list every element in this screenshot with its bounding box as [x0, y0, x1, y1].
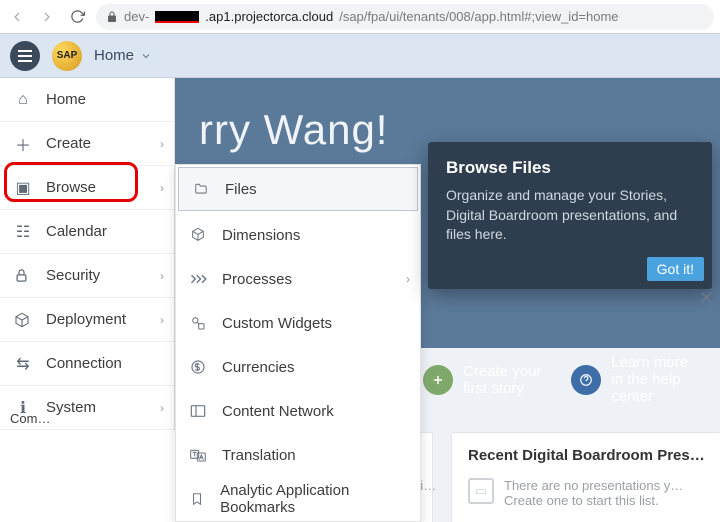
submenu-item-label: Currencies: [222, 359, 295, 376]
chevron-right-icon: ›: [406, 272, 410, 286]
cards-row: ns plicati… st. Recent Digital Boardroom…: [373, 432, 712, 522]
got-it-button[interactable]: Got it!: [647, 257, 704, 281]
popover-title: Browse Files: [446, 158, 694, 178]
help-circle-icon: [571, 365, 601, 395]
sidebar-item-label: Connection: [46, 355, 122, 372]
browse-submenu: Files Dimensions Processes › Custom Widg…: [175, 164, 421, 522]
browser-toolbar: dev- .ap1.projectorca.cloud/sap/fpa/ui/te…: [0, 0, 720, 34]
popover-body: Organize and manage your Stories, Digita…: [446, 186, 694, 245]
sidebar-nav: ⌂ Home ＋ Create › ▣ Browse › ☷ Calendar …: [0, 78, 175, 430]
submenu-item-label: Dimensions: [222, 227, 300, 244]
close-icon[interactable]: ✕: [699, 288, 714, 309]
sidebar-item-connection[interactable]: ⇆ Connection: [0, 342, 174, 386]
sidebar-item-calendar[interactable]: ☷ Calendar: [0, 210, 174, 254]
url-path: /sap/fpa/ui/tenants/008/app.html#;view_i…: [339, 9, 618, 24]
url-redacted: [155, 11, 199, 23]
submenu-item-bookmarks[interactable]: Analytic Application Bookmarks: [176, 477, 420, 521]
submenu-item-widgets[interactable]: Custom Widgets: [176, 301, 420, 345]
chevrons-icon: [190, 272, 208, 286]
sidebar-item-label: Security: [46, 267, 100, 284]
hero-actions: Create yourfirst story Learn morein the …: [423, 354, 688, 405]
url-host: .ap1.projectorca.cloud: [205, 9, 333, 24]
breadcrumb-label: Home: [94, 47, 134, 64]
forward-button[interactable]: [36, 6, 58, 28]
sidebar-item-label: Deployment: [46, 311, 126, 328]
currency-icon: [190, 359, 208, 375]
calendar-icon: ☷: [14, 222, 32, 242]
plus-circle-icon: [423, 365, 453, 395]
sidebar-item-create[interactable]: ＋ Create ›: [0, 122, 174, 166]
submenu-item-label: Files: [225, 181, 257, 198]
menu-button[interactable]: [10, 41, 40, 71]
submenu-item-label: Translation: [222, 447, 296, 464]
onboarding-popover: Browse Files Organize and manage your St…: [428, 142, 712, 289]
chevron-right-icon: ›: [160, 137, 164, 151]
card-title: Recent Digital Boardroom Pres…: [468, 447, 705, 464]
lock-icon: [106, 11, 118, 23]
browse-icon: ▣: [14, 178, 32, 198]
cube-icon: [190, 227, 208, 243]
submenu-item-content-network[interactable]: Content Network: [176, 389, 420, 433]
folder-icon: [193, 182, 211, 196]
sidebar-item-deployment[interactable]: Deployment ›: [0, 298, 174, 342]
package-icon: [14, 312, 32, 328]
url-prefix: dev-: [124, 9, 149, 24]
create-story-link[interactable]: Create yourfirst story: [423, 354, 541, 405]
learn-more-link[interactable]: Learn morein the helpcenter: [571, 354, 688, 405]
home-icon: ⌂: [14, 91, 32, 109]
sidebar-truncated-text: Com…: [10, 411, 50, 426]
sidebar-item-browse[interactable]: ▣ Browse ›: [0, 166, 174, 210]
sidebar-item-label: Calendar: [46, 223, 107, 240]
presentation-icon: ▭: [468, 478, 494, 504]
widget-icon: [190, 315, 208, 331]
bookmark-icon: [190, 491, 206, 507]
sidebar-item-label: Browse: [46, 179, 96, 196]
sidebar-item-label: System: [46, 399, 96, 416]
chevron-right-icon: ›: [160, 401, 164, 415]
reload-button[interactable]: [66, 6, 88, 28]
app-header: SAP Home: [0, 34, 720, 78]
chevron-right-icon: ›: [160, 181, 164, 195]
submenu-item-files[interactable]: Files: [178, 167, 418, 211]
chevron-right-icon: ›: [160, 313, 164, 327]
chevron-down-icon: [140, 50, 152, 62]
back-button[interactable]: [6, 6, 28, 28]
breadcrumb-home[interactable]: Home: [94, 47, 152, 64]
submenu-item-label: Processes: [222, 271, 292, 288]
submenu-item-translation[interactable]: Translation: [176, 433, 420, 477]
submenu-item-processes[interactable]: Processes ›: [176, 257, 420, 301]
sidebar-item-label: Create: [46, 135, 91, 152]
plus-icon: ＋: [14, 132, 32, 156]
submenu-item-label: Analytic Application Bookmarks: [220, 482, 406, 516]
sidebar-item-label: Home: [46, 91, 86, 108]
chevron-right-icon: ›: [160, 269, 164, 283]
translate-icon: [190, 448, 208, 462]
submenu-item-dimensions[interactable]: Dimensions: [176, 213, 420, 257]
address-bar[interactable]: dev- .ap1.projectorca.cloud/sap/fpa/ui/te…: [96, 4, 714, 30]
panel-icon: [190, 404, 208, 418]
submenu-item-label: Content Network: [222, 403, 334, 420]
sidebar-item-home[interactable]: ⌂ Home: [0, 78, 174, 122]
lock-icon: [14, 268, 32, 283]
submenu-item-label: Custom Widgets: [222, 315, 332, 332]
submenu-item-currencies[interactable]: Currencies: [176, 345, 420, 389]
connection-icon: ⇆: [14, 354, 32, 374]
recent-boardroom-card: Recent Digital Boardroom Pres… ▭ There a…: [451, 432, 720, 522]
sap-logo: SAP: [52, 41, 82, 71]
sidebar-item-security[interactable]: Security ›: [0, 254, 174, 298]
